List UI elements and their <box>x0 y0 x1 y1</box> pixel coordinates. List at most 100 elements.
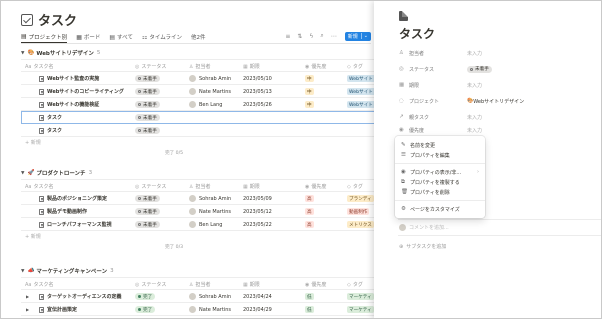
avatar <box>189 208 196 215</box>
table-row[interactable]: ローンチパフォーマンス監視 未着手 Ben Lang 2023/05/22 高 … <box>21 218 381 231</box>
tag-badge: Webサイト <box>347 88 375 95</box>
table-row[interactable]: タスク 未着手 <box>21 124 381 137</box>
property-parent-task[interactable]: ↗ 親タスク 未入力 <box>399 111 599 123</box>
page-icon <box>39 208 44 215</box>
menu-item-toggle-visibility[interactable]: ◉ プロパティの表示/非... › <box>401 167 481 177</box>
status-badge: 未着手 <box>467 65 492 73</box>
table-row[interactable]: Webサイトのコピーライティング 未着手 Nate Martins 2023/0… <box>21 85 381 98</box>
rename-icon: ✎ <box>401 142 406 148</box>
database-view: タスク ▤ プロジェクト別 ▦ ボード ▤ すべて ⚏ タイムライン 他2件 ≡ ⇅ ϟ… <box>1 1 381 318</box>
table-row[interactable]: 製品のポジショニング策定 未着手 Sohrab Amin 2023/05/09 … <box>21 192 381 205</box>
tab-project[interactable]: ▤ プロジェクト別 <box>21 31 68 43</box>
toggle-icon[interactable]: ▼ <box>21 51 24 56</box>
add-row-button[interactable]: + 新規 <box>21 137 381 148</box>
menu-divider <box>395 200 485 201</box>
tab-more[interactable]: 他2件 <box>191 31 206 43</box>
person-icon: ♙ <box>399 50 404 56</box>
tab-all[interactable]: ▤ すべて <box>109 31 133 43</box>
calculation-summary[interactable]: 完了 0/5 <box>21 148 381 157</box>
divider <box>21 43 371 44</box>
page-title: タスク <box>38 14 78 29</box>
page-icon <box>39 75 44 82</box>
table-row[interactable]: Webサイトの機能検証 未着手 Ben Lang 2023/05/26 中 We… <box>21 98 381 111</box>
comment-input[interactable]: コメントを追加... <box>399 224 449 231</box>
page-icon <box>39 221 44 228</box>
table-header-row: Aa タスク名 ◎ ステータス ♙ 担当者 ▦ 期限 ◉ 優先度 ◇ タグ <box>21 179 381 192</box>
avatar <box>399 224 406 231</box>
peek-page-title[interactable]: タスク <box>399 25 435 42</box>
page-icon <box>39 195 44 202</box>
property-date[interactable]: ▦ 期限 未入力 <box>399 79 599 91</box>
toggle-icon[interactable]: ▼ <box>21 171 24 176</box>
menu-item-edit-property[interactable]: ☰ プロパティを編集 <box>401 150 481 160</box>
menu-item-customize-page[interactable]: ⚙ ページをカスタマイズ <box>401 204 481 214</box>
status-icon: ◎ <box>135 281 140 288</box>
status-icon: ◎ <box>399 66 404 72</box>
menu-item-duplicate[interactable]: ⧉ プロパティを複製する <box>401 177 481 187</box>
checkbox-icon <box>21 13 33 26</box>
priority-badge: 高 <box>305 208 314 215</box>
calendar-icon: ▦ <box>243 63 248 70</box>
tag-badge: ブランディ <box>347 195 374 202</box>
calendar-icon: ▦ <box>243 183 248 190</box>
property-status[interactable]: ◎ ステータス 未着手 <box>399 63 599 75</box>
priority-icon: ◉ <box>305 183 310 190</box>
table-row[interactable]: Webサイト監査の実施 未着手 Sohrab Amin 2023/05/10 中… <box>21 72 381 85</box>
avatar <box>189 306 196 313</box>
avatar <box>189 75 196 82</box>
group-header[interactable]: ▼ 📣 マーケティングキャンペーン 3 <box>21 265 381 277</box>
menu-divider <box>395 163 485 164</box>
more-icon[interactable]: ⋯ <box>331 33 337 40</box>
priority-badge: 低 <box>305 306 314 313</box>
status-icon: ◎ <box>135 183 140 190</box>
priority-badge: 高 <box>305 195 314 202</box>
calculation-summary[interactable]: 完了 0/3 <box>21 242 381 251</box>
page-icon[interactable] <box>399 11 408 21</box>
property-context-menu: ✎ 名前を変更 ☰ プロパティを編集 ◉ プロパティの表示/非... › ⧉ プロパティを… <box>395 136 485 218</box>
add-subtask-button[interactable]: ⊕ サブタスクを追加 <box>399 243 446 251</box>
settings-icon: ☰ <box>401 152 406 158</box>
filter-icon[interactable]: ≡ <box>285 33 290 40</box>
rocket-icon: 🚀 <box>27 170 35 176</box>
palette-icon: 🎨 <box>27 50 35 56</box>
group-website-redesign: ▼ 🎨 Webサイトリデザイン 5 Aa タスク名 ◎ ステータス ♙ 担当者 ▦ 期限 ◉ 優… <box>21 47 381 157</box>
new-button[interactable]: 新規 ⌄ <box>344 31 371 41</box>
table-icon: ▤ <box>21 33 27 40</box>
text-icon: Aa <box>25 63 32 70</box>
table-row-selected[interactable]: タスク 未着手 <box>21 111 381 124</box>
tab-board[interactable]: ▦ ボード <box>76 31 100 43</box>
property-owner[interactable]: ♙ 担当者 未入力 <box>399 47 599 59</box>
group-header[interactable]: ▼ 🎨 Webサイトリデザイン 5 <box>21 47 381 59</box>
menu-item-delete[interactable]: 🗑 プロパティを削除 <box>401 187 481 197</box>
table-icon: ▤ <box>109 33 116 41</box>
priority-badge: 中 <box>305 88 314 95</box>
property-priority[interactable]: ◉ 優先度 未入力 <box>399 124 599 136</box>
subtask-icon: ⊕ <box>399 243 404 250</box>
table-row[interactable]: 製品デモ動画制作 未着手 Nate Martins 2023/05/12 高 動… <box>21 205 381 218</box>
sort-icon[interactable]: ⇅ <box>297 33 302 40</box>
page-icon <box>39 293 44 300</box>
chevron-down-icon[interactable]: ⌄ <box>360 33 368 39</box>
page-icon <box>39 306 44 313</box>
status-badge: 完了 <box>135 306 156 313</box>
table-row[interactable]: ▶ ターゲットオーディエンスの定義 完了 Sohrab Amin 2023/04… <box>21 290 381 303</box>
page-icon <box>39 88 44 95</box>
automation-icon[interactable]: ϟ <box>309 33 313 40</box>
toggle-icon[interactable]: ▼ <box>21 269 24 274</box>
page-icon <box>39 127 44 134</box>
status-badge: 未着手 <box>135 221 160 228</box>
board-icon: ▦ <box>76 33 82 41</box>
page-header: タスク <box>21 10 77 29</box>
tag-badge: マーケティ <box>347 306 374 313</box>
duplicate-icon: ⧉ <box>401 178 405 185</box>
menu-item-rename[interactable]: ✎ 名前を変更 <box>401 140 481 150</box>
tab-timeline[interactable]: ⚏ タイムライン <box>142 31 182 43</box>
timeline-icon: ⚏ <box>141 33 148 41</box>
property-project[interactable]: ◌ プロジェクト 🎨 Webサイトリデザイン <box>399 95 599 107</box>
search-icon[interactable]: ⌕ <box>320 32 323 40</box>
avatar <box>189 221 196 228</box>
add-row-button[interactable]: + 新規 <box>21 231 381 242</box>
group-header[interactable]: ▼ 🚀 プロダクトローンチ 3 <box>21 167 381 179</box>
table-row[interactable]: ▶ 宣伝計画策定 完了 Nate Martins 2023/04/29 低 マー… <box>21 303 381 316</box>
status-badge: 完了 <box>135 293 156 300</box>
